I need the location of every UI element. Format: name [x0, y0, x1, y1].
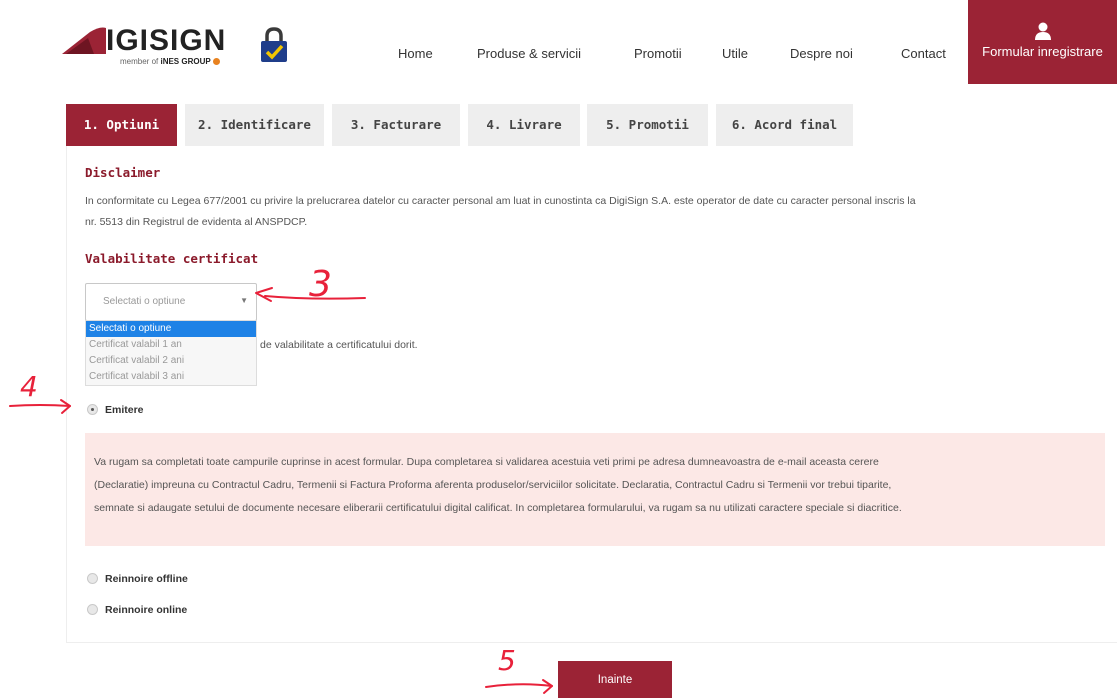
nav-products-services[interactable]: Produse & servicii: [477, 46, 581, 61]
tab-promotii[interactable]: 5. Promotii: [587, 104, 708, 146]
validity-dropdown-list: Selectati o optiune Certificat valabil 1…: [85, 320, 257, 386]
radio-emitere-label: Emitere: [105, 404, 144, 416]
disclaimer-title: Disclaimer: [85, 165, 161, 180]
radio-reinnoire-online-label: Reinnoire online: [105, 604, 188, 616]
disclaimer-text: In conformitate cu Legea 677/2001 cu pri…: [85, 195, 916, 228]
validity-option-3-years[interactable]: Certificat valabil 3 ani: [86, 369, 256, 385]
next-button[interactable]: Inainte: [558, 661, 672, 698]
info-alert-text: Va rugam sa completati toate campurile c…: [94, 456, 902, 514]
tab-livrare[interactable]: 4. Livrare: [468, 104, 580, 146]
nav-contact[interactable]: Contact: [901, 46, 946, 61]
user-icon: [1034, 22, 1051, 40]
chevron-down-icon: ▼: [240, 296, 248, 305]
validity-helper-text: de valabilitate a certificatului dorit.: [260, 339, 418, 351]
nav-about[interactable]: Despre noi: [790, 46, 853, 61]
logo-subtitle: member of iNES GROUP: [120, 57, 220, 66]
tab-optiuni[interactable]: 1. Optiuni: [66, 104, 177, 146]
lock-icon: [261, 27, 287, 62]
validity-option-none[interactable]: Selectati o optiune: [86, 321, 256, 337]
validity-select-value: Selectati o optiune: [103, 296, 186, 307]
nav-utile[interactable]: Utile: [722, 46, 748, 61]
nav-promotions[interactable]: Promotii: [634, 46, 682, 61]
validity-title: Valabilitate certificat: [85, 251, 259, 266]
radio-emitere[interactable]: [87, 404, 98, 415]
nav-home[interactable]: Home: [398, 46, 433, 61]
annotation-number-4: 4: [20, 370, 38, 403]
radio-reinnoire-offline-label: Reinnoire offline: [105, 573, 188, 585]
info-alert: Va rugam sa completati toate campurile c…: [85, 433, 1105, 546]
register-form-button[interactable]: Formular inregistrare: [968, 0, 1117, 84]
radio-reinnoire-offline[interactable]: [87, 573, 98, 584]
logo-swoosh-icon: [62, 27, 106, 54]
tab-facturare[interactable]: 3. Facturare: [332, 104, 460, 146]
radio-reinnoire-online[interactable]: [87, 604, 98, 615]
annotation-number-5: 5: [498, 644, 516, 677]
validity-select[interactable]: Selectati o optiune ▼: [85, 283, 257, 321]
logo-text: IGISIGN: [106, 24, 227, 57]
validity-option-1-year[interactable]: Certificat valabil 1 an: [86, 337, 256, 353]
validity-option-2-years[interactable]: Certificat valabil 2 ani: [86, 353, 256, 369]
annotation-arrow-5: [485, 683, 553, 688]
site-header: IGISIGN member of iNES GROUP Home Produs…: [0, 0, 1117, 95]
register-form-label: Formular inregistrare: [982, 44, 1103, 59]
tab-acord-final[interactable]: 6. Acord final: [716, 104, 853, 146]
digisign-logo[interactable]: IGISIGN member of iNES GROUP: [60, 24, 240, 68]
annotation-arrow-4: [9, 404, 71, 407]
tab-identificare[interactable]: 2. Identificare: [185, 104, 324, 146]
